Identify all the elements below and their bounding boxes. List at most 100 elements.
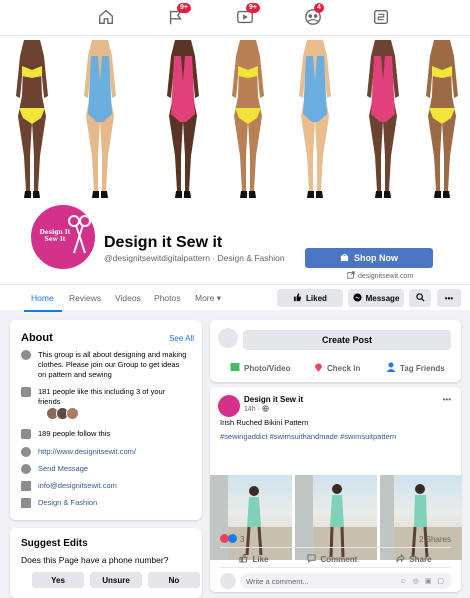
tag-friends-button[interactable]: Tag Friends [386,362,445,374]
create-post-button[interactable]: Create Post [243,330,451,350]
like-button[interactable]: Like [239,553,269,565]
post-stats-row: 3 2 Shares [220,534,451,545]
swimsuit-figure [426,40,458,198]
video-notification-badge: 9+ [246,3,260,13]
about-follows: 189 people follow this [38,429,111,438]
gaming-icon[interactable] [372,8,392,28]
like-reaction-icon [228,534,237,545]
about-card: About See All This group is all about de… [10,320,202,520]
commenter-avatar [220,573,236,589]
photo-video-label: Photo/Video [244,363,291,373]
message-label: Message [365,293,400,303]
video-icon[interactable]: 9+ [236,3,260,28]
info-icon [21,350,31,360]
active-tab-indicator [24,310,62,312]
post-actions-row: Like Comment Share [220,553,451,565]
friend-avatar [66,407,79,420]
search-page-button[interactable] [409,289,431,307]
search-icon [415,292,425,304]
comment-input[interactable]: Write a comment... ☺ ◎ ▣ ▢ [240,573,452,589]
groups-icon[interactable]: 4 [304,3,324,28]
tab-reviews[interactable]: Reviews [69,293,101,303]
like-icon [21,387,31,397]
unsure-button[interactable]: Unsure [90,572,142,588]
about-email-row: info@designitsewit.com [21,481,188,491]
share-icon [396,553,405,565]
post-author-avatar[interactable] [218,395,240,417]
comment-button[interactable]: Comment [307,554,357,565]
post-hashtags[interactable]: #sewingaddict #swimsuithandmade #swimsui… [220,432,396,441]
post-timestamp[interactable]: 14h · [244,406,260,413]
comment-emoji-camera-gif-sticker-icons[interactable]: ☺ ◎ ▣ ▢ [400,577,446,585]
share-label: Share [409,555,432,564]
page-avatar[interactable]: Design It Sew It [28,202,98,272]
friend-avatars[interactable] [46,407,79,420]
top-navigation-bar: 9+ 9+ 4 [0,0,470,36]
page-title: Design it Sew it [104,234,223,251]
about-email-link[interactable]: info@designitsewit.com [38,481,188,491]
shopping-bag-icon [340,253,349,264]
website-link[interactable]: designitsewit.com [347,271,413,281]
liked-label: Liked [306,293,327,303]
page-tabs: Home Reviews Videos Photos More ▾ Liked … [0,284,470,312]
tab-photos[interactable]: Photos [154,293,180,303]
tab-more[interactable]: More ▾ [195,293,221,304]
globe-icon [21,447,31,457]
reaction-summary[interactable]: 3 [220,534,244,545]
about-message-row: Send Message [21,464,188,474]
photo-video-button[interactable]: Photo/Video [230,362,291,374]
globe-icon [262,405,269,414]
send-message-link[interactable]: Send Message [38,464,188,474]
more-options-button[interactable]: ••• [437,289,461,307]
yes-button[interactable]: Yes [32,572,84,588]
tag-friends-icon [386,362,396,374]
suggest-edits-card: Suggest Edits Does this Page have a phon… [10,528,202,598]
flag-notification-badge: 9+ [177,3,191,13]
post-more-options-icon[interactable]: ••• [443,395,451,404]
like-label: Like [252,555,269,564]
message-button[interactable]: Message [348,289,404,307]
share-count[interactable]: 2 Shares [419,535,451,544]
photo-icon [230,362,240,374]
scissors-logo-icon [68,215,91,254]
reaction-count: 3 [240,535,245,544]
website-link-label: designitsewit.com [358,272,414,280]
about-website-row: http://www.designitsewit.com/ [21,447,188,457]
home-icon[interactable] [97,8,117,28]
check-in-label: Check in [327,363,361,373]
divider [220,547,451,548]
swimsuit-figure [167,40,199,198]
about-category-row: Design & Fashion [21,498,188,508]
external-link-icon [347,271,355,281]
shop-now-button[interactable]: Shop Now [305,248,433,268]
about-website-link[interactable]: http://www.designitsewit.com/ [38,447,188,457]
tab-videos[interactable]: Videos [115,293,141,303]
swimsuit-figure [84,40,116,198]
about-title: About [21,332,53,344]
post-meta: 14h · [244,405,269,414]
cover-photo[interactable] [0,36,470,214]
swimsuit-illustration [16,40,458,198]
about-description: This group is all about designing and ma… [38,350,187,379]
about-category-link[interactable]: Design & Fashion [38,498,188,508]
folder-icon [21,498,31,508]
liked-button[interactable]: Liked [277,289,343,307]
flag-icon[interactable]: 9+ [167,3,191,28]
tag-friends-label: Tag Friends [400,363,445,373]
follow-icon [21,429,31,439]
share-button[interactable]: Share [396,553,432,565]
tab-home[interactable]: Home [31,293,54,303]
shop-now-label: Shop Now [354,253,398,263]
swimsuit-figure [299,40,331,198]
about-likes: 181 people like this including 3 of your… [38,387,166,406]
check-in-button[interactable]: Check in [314,362,360,374]
swimsuit-figure [232,40,264,198]
post-author-name[interactable]: Design it Sew it [244,395,303,404]
post-title: Irish Ruched Bikini Pattern [220,418,309,427]
post-card: Design it Sew it 14h · ••• Irish Ruched … [210,387,462,592]
no-button[interactable]: No [148,572,200,588]
page-handle: @designitsewitdigitalpattern · Design & … [104,253,285,263]
see-all-link[interactable]: See All [169,334,194,343]
location-pin-icon [314,362,323,374]
swimsuit-figure [16,40,48,198]
